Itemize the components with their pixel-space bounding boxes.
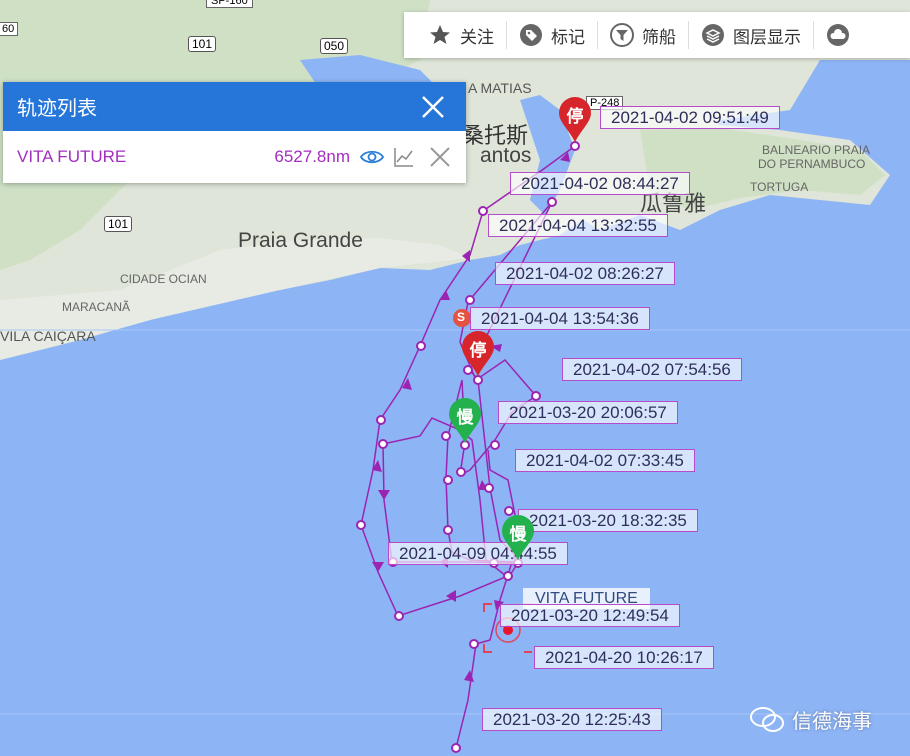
place-label: Praia Grande bbox=[238, 229, 363, 252]
track-list-item[interactable]: VITA FUTURE 6527.8nm bbox=[3, 131, 466, 183]
slow-pin-label: 慢 bbox=[456, 408, 474, 428]
filter-ships-button[interactable]: 筛船 bbox=[598, 21, 689, 49]
chart-icon[interactable] bbox=[392, 145, 416, 169]
follow-label: 关注 bbox=[460, 27, 494, 48]
watermark-text: 信德海事 bbox=[792, 709, 872, 733]
mark-button[interactable]: 标记 bbox=[507, 21, 598, 49]
follow-button[interactable]: 关注 bbox=[416, 21, 507, 49]
filter-icon bbox=[610, 23, 634, 47]
place-label: A MATIAS bbox=[468, 80, 532, 96]
weather-button[interactable] bbox=[814, 21, 870, 49]
track-timestamp[interactable]: 2021-04-02 08:44:27 bbox=[510, 172, 690, 195]
track-timestamp[interactable]: 2021-04-04 13:32:55 bbox=[488, 214, 668, 237]
slow-pin-icon[interactable]: 慢 bbox=[500, 514, 536, 560]
track-timestamp[interactable]: 2021-04-02 09:51:49 bbox=[600, 106, 780, 129]
star-icon bbox=[430, 25, 450, 44]
wechat-icon bbox=[750, 706, 784, 732]
stop-pin-icon[interactable]: 停 bbox=[460, 330, 496, 376]
filter-ships-label: 筛船 bbox=[642, 27, 676, 48]
slow-pin-label: 慢 bbox=[509, 525, 527, 545]
road-shield: SP-160 bbox=[206, 0, 253, 8]
place-label: VILA CAIÇARA bbox=[0, 328, 96, 344]
close-icon[interactable] bbox=[420, 94, 446, 120]
tag-icon bbox=[520, 24, 542, 46]
place-label: antos bbox=[480, 144, 532, 167]
track-list-panel: 轨迹列表 VITA FUTURE 6527.8nm bbox=[3, 82, 466, 183]
place-label: BALNEARIO PRAIA bbox=[762, 143, 871, 157]
road-shield: 101 bbox=[188, 36, 217, 52]
track-timestamp[interactable]: 2021-04-09 04:44:55 bbox=[388, 542, 568, 565]
track-timestamp[interactable]: 2021-03-20 18:32:35 bbox=[518, 509, 698, 532]
track-timestamp[interactable]: 2021-04-04 13:54:36 bbox=[470, 307, 650, 330]
start-marker-label: S bbox=[457, 310, 466, 324]
panel-title: 轨迹列表 bbox=[17, 96, 97, 120]
stop-pin-icon[interactable]: 停 bbox=[557, 96, 593, 142]
track-timestamp[interactable]: 2021-04-02 07:33:45 bbox=[515, 449, 695, 472]
layers-button[interactable]: 图层显示 bbox=[689, 21, 814, 49]
track-timestamp[interactable]: 2021-03-20 12:49:54 bbox=[500, 604, 680, 627]
place-label: MARACANÃ bbox=[62, 300, 131, 314]
track-timestamp[interactable]: 2021-03-20 12:25:43 bbox=[482, 708, 662, 731]
road-shield: 101 bbox=[104, 216, 133, 232]
stop-pin-label: 停 bbox=[566, 107, 584, 127]
mark-label: 标记 bbox=[551, 27, 585, 48]
track-timestamp[interactable]: 2021-04-20 10:26:17 bbox=[534, 646, 714, 669]
panel-header: 轨迹列表 bbox=[3, 82, 466, 131]
stop-pin-label: 停 bbox=[469, 341, 487, 361]
weather-icon bbox=[827, 24, 849, 46]
watermark: 信德海事 bbox=[750, 705, 872, 734]
track-distance: 6527.8nm bbox=[274, 147, 350, 166]
vessel-name[interactable]: VITA FUTURE bbox=[17, 147, 126, 167]
place-label: DO PERNAMBUCO bbox=[758, 157, 866, 171]
road-shield: 050 bbox=[320, 38, 349, 54]
map-toolbar: 关注 标记 筛船 图层显示 bbox=[404, 12, 910, 58]
layers-icon bbox=[702, 24, 724, 46]
slow-pin-icon[interactable]: 慢 bbox=[447, 397, 483, 443]
track-timestamp[interactable]: 2021-04-02 07:54:56 bbox=[562, 358, 742, 381]
remove-icon[interactable] bbox=[428, 145, 452, 169]
track-timestamp[interactable]: 2021-03-20 20:06:57 bbox=[498, 401, 678, 424]
track-timestamp[interactable]: 2021-04-02 08:26:27 bbox=[495, 262, 675, 285]
road-shield: 60 bbox=[0, 22, 19, 36]
eye-icon[interactable] bbox=[360, 145, 384, 169]
place-label: TORTUGA bbox=[750, 180, 809, 194]
layers-label: 图层显示 bbox=[733, 27, 801, 48]
place-label: CIDADE OCIAN bbox=[120, 272, 207, 286]
